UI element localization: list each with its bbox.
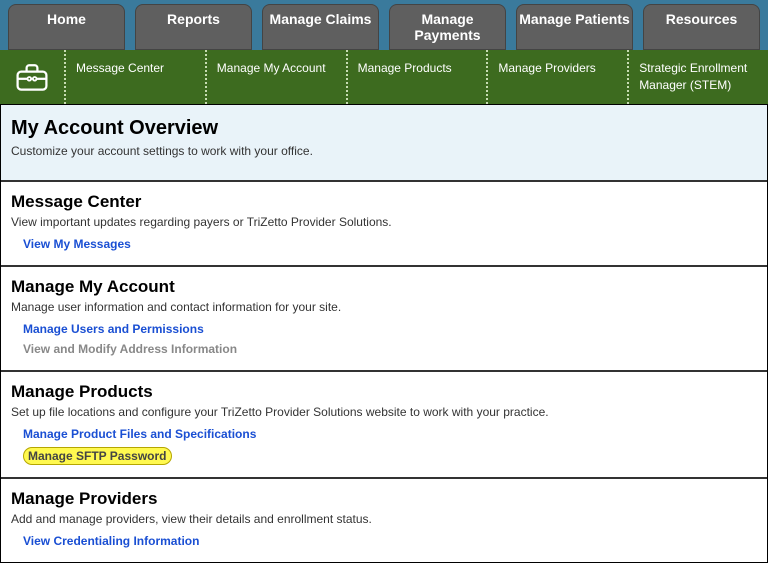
- section-desc: View important updates regarding payers …: [11, 215, 757, 229]
- link-view-modify-address[interactable]: View and Modify Address Information: [11, 340, 757, 358]
- primary-nav: Home Reports Manage Claims Manage Paymen…: [0, 0, 768, 50]
- subnav-manage-providers[interactable]: Manage Providers: [488, 50, 629, 104]
- tab-reports[interactable]: Reports: [135, 4, 252, 50]
- link-manage-sftp-password[interactable]: Manage SFTP Password: [23, 447, 172, 465]
- section-manage-products: Manage Products Set up file locations an…: [1, 372, 767, 479]
- subnav-manage-my-account[interactable]: Manage My Account: [207, 50, 348, 104]
- subnav-stem[interactable]: Strategic Enrollment Manager (STEM): [629, 50, 768, 104]
- section-desc: Add and manage providers, view their det…: [11, 512, 757, 526]
- section-title: Manage Providers: [11, 489, 757, 509]
- page-title: My Account Overview: [11, 117, 757, 140]
- page-subtitle: Customize your account settings to work …: [11, 144, 757, 158]
- tab-home[interactable]: Home: [8, 4, 125, 50]
- link-manage-users-permissions[interactable]: Manage Users and Permissions: [11, 320, 757, 338]
- briefcase-icon: [0, 50, 66, 104]
- link-view-credentialing-info[interactable]: View Credentialing Information: [11, 532, 757, 550]
- section-manage-providers: Manage Providers Add and manage provider…: [1, 479, 767, 562]
- section-title: Message Center: [11, 192, 757, 212]
- tab-manage-patients[interactable]: Manage Patients: [516, 4, 633, 50]
- section-title: Manage Products: [11, 382, 757, 402]
- link-manage-product-files[interactable]: Manage Product Files and Specifications: [11, 425, 757, 443]
- subnav-message-center[interactable]: Message Center: [66, 50, 207, 104]
- subnav-manage-products[interactable]: Manage Products: [348, 50, 489, 104]
- account-overview-panel: My Account Overview Customize your accou…: [1, 105, 767, 182]
- section-desc: Manage user information and contact info…: [11, 300, 757, 314]
- tab-manage-payments[interactable]: Manage Payments: [389, 4, 506, 50]
- secondary-nav: Message Center Manage My Account Manage …: [0, 50, 768, 104]
- link-view-my-messages[interactable]: View My Messages: [11, 235, 757, 253]
- section-title: Manage My Account: [11, 277, 757, 297]
- section-manage-my-account: Manage My Account Manage user informatio…: [1, 267, 767, 372]
- section-desc: Set up file locations and configure your…: [11, 405, 757, 419]
- content-area: My Account Overview Customize your accou…: [0, 104, 768, 563]
- section-message-center: Message Center View important updates re…: [1, 182, 767, 267]
- tab-resources[interactable]: Resources: [643, 4, 760, 50]
- tab-manage-claims[interactable]: Manage Claims: [262, 4, 379, 50]
